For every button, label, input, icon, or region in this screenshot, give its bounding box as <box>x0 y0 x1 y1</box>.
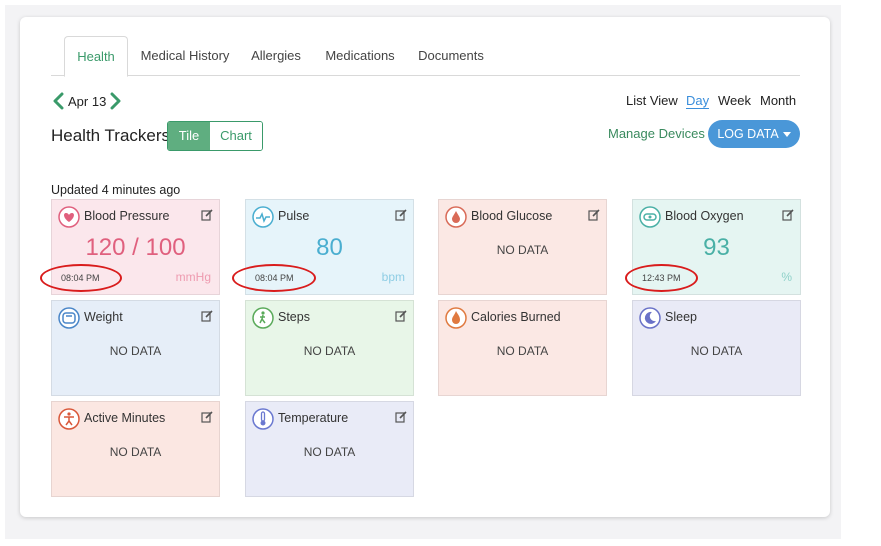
heart-icon <box>58 206 80 228</box>
card-sleep[interactable]: Sleep NO DATA <box>632 300 801 396</box>
oxygen-icon <box>639 206 661 228</box>
view-week[interactable]: Week <box>718 93 751 108</box>
card-label: Sleep <box>665 310 697 324</box>
card-label: Blood Glucose <box>471 209 553 223</box>
edit-icon[interactable] <box>201 410 213 423</box>
card-unit: mmHg <box>175 270 211 284</box>
log-data-label: LOG DATA <box>717 127 779 141</box>
current-date: Apr 13 <box>68 93 107 109</box>
annotation-ellipse <box>40 264 122 292</box>
card-calories-burned[interactable]: Calories Burned NO DATA <box>438 300 607 396</box>
card-no-data: NO DATA <box>496 344 549 358</box>
card-blood-glucose[interactable]: Blood Glucose NO DATA <box>438 199 607 295</box>
page-title: Health Trackers <box>51 126 171 145</box>
card-no-data: NO DATA <box>303 344 356 358</box>
edit-icon[interactable] <box>201 309 213 322</box>
updated-status: Updated 4 minutes ago <box>51 183 181 197</box>
manage-devices-link[interactable]: Manage Devices <box>608 126 705 141</box>
scale-icon <box>58 307 80 329</box>
card-weight[interactable]: Weight NO DATA <box>51 300 220 396</box>
tab-medical-history[interactable]: Medical History <box>135 36 235 75</box>
card-steps[interactable]: Steps NO DATA <box>245 300 414 396</box>
card-value: 80 <box>316 234 343 261</box>
drop-icon <box>445 206 467 228</box>
card-no-data: NO DATA <box>496 243 549 257</box>
card-temperature[interactable]: Temperature NO DATA <box>245 401 414 497</box>
card-label: Active Minutes <box>84 411 166 425</box>
chevron-left-icon[interactable] <box>51 92 67 110</box>
walk-icon <box>252 307 274 329</box>
date-navigator: Apr 13 <box>51 92 123 110</box>
moon-icon <box>639 307 661 329</box>
view-list[interactable]: List View <box>626 93 678 108</box>
card-no-data: NO DATA <box>109 344 162 358</box>
card-label: Temperature <box>278 411 349 425</box>
tab-health[interactable]: Health <box>64 36 128 77</box>
annotation-ellipse <box>232 264 316 292</box>
edit-icon[interactable] <box>395 410 407 423</box>
view-day[interactable]: Day <box>686 93 710 109</box>
card-no-data: NO DATA <box>303 445 356 459</box>
pulse-icon <box>252 206 274 228</box>
tab-bar: Health Medical History Allergies Medicat… <box>51 36 800 77</box>
card-label: Blood Oxygen <box>665 209 744 223</box>
tab-medications[interactable]: Medications <box>323 36 397 75</box>
view-month[interactable]: Month <box>760 93 796 108</box>
card-no-data: NO DATA <box>109 445 162 459</box>
card-label: Steps <box>278 310 310 324</box>
edit-icon[interactable] <box>201 208 213 221</box>
card-active-minutes[interactable]: Active Minutes NO DATA <box>51 401 220 497</box>
tab-documents[interactable]: Documents <box>415 36 487 75</box>
log-data-button[interactable]: LOG DATA <box>708 120 800 148</box>
tab-allergies[interactable]: Allergies <box>246 36 306 75</box>
edit-icon[interactable] <box>782 208 794 221</box>
card-label: Calories Burned <box>471 310 561 324</box>
flame-icon <box>445 307 467 329</box>
chevron-right-icon[interactable] <box>107 92 123 110</box>
active-person-icon <box>58 408 80 430</box>
view-toggle: Tile Chart <box>167 121 263 151</box>
card-value: 93 <box>703 234 730 261</box>
tile-button[interactable]: Tile <box>168 122 210 150</box>
card-unit: % <box>781 270 792 284</box>
edit-icon[interactable] <box>395 208 407 221</box>
caret-down-icon <box>782 132 791 138</box>
annotation-ellipse <box>625 264 698 292</box>
card-unit: bpm <box>381 270 405 284</box>
card-label: Pulse <box>278 209 310 223</box>
card-value: 120 / 100 <box>85 234 186 261</box>
thermometer-icon <box>252 408 274 430</box>
edit-icon[interactable] <box>588 208 600 221</box>
edit-icon[interactable] <box>395 309 407 322</box>
chart-button[interactable]: Chart <box>210 122 262 150</box>
card-no-data: NO DATA <box>690 344 743 358</box>
card-label: Blood Pressure <box>84 209 170 223</box>
card-label: Weight <box>84 310 123 324</box>
